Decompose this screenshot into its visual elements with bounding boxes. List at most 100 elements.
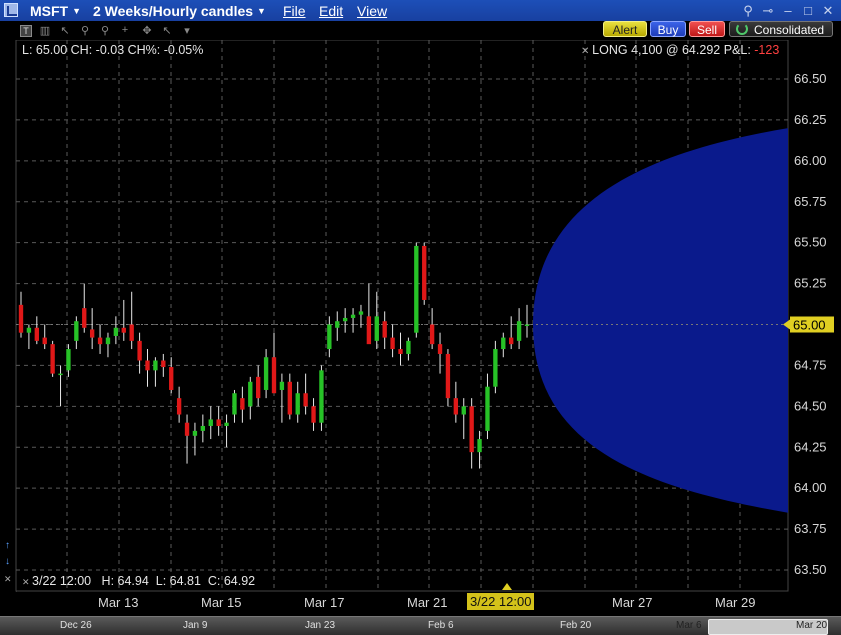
buy-button[interactable]: Buy [650,21,686,37]
y-tick-label: 66.25 [794,112,827,127]
drag-icon[interactable]: ✥ [140,24,154,37]
candle-body [524,324,530,326]
candle-body [295,393,300,415]
overview-label: Jan 9 [183,620,208,631]
x-tick-label: Mar 21 [407,595,448,610]
candle-body [248,381,253,407]
link-icon[interactable]: ⚲ [741,2,755,19]
candle-body [311,406,316,423]
window-controls: ⚲ ⊸ – □ ✕ [741,2,835,19]
candle-body [263,357,269,390]
candle-body [18,304,24,333]
menu-file[interactable]: File [283,3,306,19]
candle-body [82,308,87,328]
close-icon[interactable]: ✕ [581,46,592,57]
overview-label: Dec 26 [60,620,92,631]
bar-style-icon[interactable]: ▥ [38,24,52,37]
chevron-down-icon: ▼ [257,6,266,16]
symbol-selector[interactable]: MSFT ▼ [30,3,81,19]
pointer-icon[interactable]: ↖ [58,24,72,37]
candle-body [192,430,198,436]
candle-body [240,398,245,410]
overview-label: Feb 6 [428,620,454,631]
candle-body [342,317,348,322]
x-tick-label: Mar 17 [304,595,345,610]
y-tick-label: 66.00 [794,153,827,168]
y-tick-label: 65.50 [794,235,827,250]
candle-body [461,406,466,415]
chevron-down-icon: ▼ [72,6,82,16]
overview-scrollbar[interactable]: Dec 26 Jan 9 Jan 23 Feb 6 Feb 20 Mar 6 M… [0,616,841,635]
candle-body [153,360,158,371]
x-tick-label: Mar 15 [201,595,242,610]
candle-body [303,393,308,407]
cursor-time-label: 3/22 12:00 [467,593,535,610]
minimize-icon[interactable]: – [781,2,795,19]
candle-body [89,329,95,338]
candle-body [350,314,356,318]
candle-body [327,324,332,350]
candle-body [414,245,419,333]
candle-body [477,439,482,453]
x-tick-label: Mar 29 [715,595,756,610]
candle-body [176,398,182,415]
chart-area[interactable]: ↑ ↓ ✕ 66.5066.2566.0065.7565.5065.2565.0… [0,40,841,635]
candle-body [366,316,372,345]
candle-body [208,419,213,426]
menu-edit[interactable]: Edit [319,3,343,19]
candle-body [66,349,71,371]
candle-body [516,321,522,341]
maximize-icon[interactable]: □ [801,2,815,19]
text-tool-icon[interactable]: T [20,25,32,37]
candle-body [422,245,427,300]
candle-body [485,386,490,431]
zoom-out-icon[interactable]: ⚲ [98,24,112,37]
symbol-label: MSFT [30,3,69,19]
candle-body [97,337,103,345]
candle-body [129,324,134,341]
menu-view[interactable]: View [357,3,387,19]
crosshair-icon[interactable]: + [118,24,132,36]
consolidated-button[interactable]: Consolidated [729,21,833,37]
candle-body [58,373,63,376]
candle-body [509,337,514,345]
close-icon[interactable]: ✕ [22,577,32,587]
overview-label: Feb 20 [560,620,592,631]
y-tick-label: 64.50 [794,398,827,413]
cursor-icon[interactable]: ↖ [160,24,174,37]
candle-body [335,321,340,328]
candle-body [287,381,292,415]
candle-body [358,311,364,315]
candle-body [445,353,451,399]
candle-body [74,321,79,341]
y-tick-label: 64.75 [794,357,827,372]
candle-body [200,425,206,431]
zoom-in-icon[interactable]: ⚲ [78,24,92,37]
candle-body [113,327,119,336]
candle-body [50,344,55,374]
candle-body [34,327,39,341]
alert-button[interactable]: Alert [603,21,647,37]
current-price-label: 65.00 [793,318,826,333]
x-tick-label: Mar 13 [98,595,139,610]
refresh-icon [736,23,748,35]
more-dropdown-icon[interactable]: ▾ [180,24,194,37]
last-price-info: L: 65.00 CH: -0.03 CH%: -0.05% [22,43,204,57]
candle-body [406,340,411,354]
candle-body [374,316,379,341]
sell-button[interactable]: Sell [689,21,725,37]
period-selector[interactable]: 2 Weeks/Hourly candles ▼ [93,3,266,19]
title-bar: MSFT ▼ 2 Weeks/Hourly candles ▼ File Edit … [0,0,841,22]
price-chart[interactable]: 66.50 66.25 66.00 65.75 65.50 65.25 65.00 64.75… [0,40,841,616]
candle-body [382,321,387,338]
period-label: 2 Weeks/Hourly candles [93,3,254,19]
candle-body [184,422,190,436]
candle-body [105,337,111,345]
candle-body [390,337,395,350]
pin-icon[interactable]: ⊸ [761,2,775,19]
y-tick-label: 65.25 [794,276,827,291]
candle-body [26,327,32,333]
candle-body [429,324,435,345]
close-icon[interactable]: ✕ [821,2,835,19]
candle-body [161,360,166,368]
